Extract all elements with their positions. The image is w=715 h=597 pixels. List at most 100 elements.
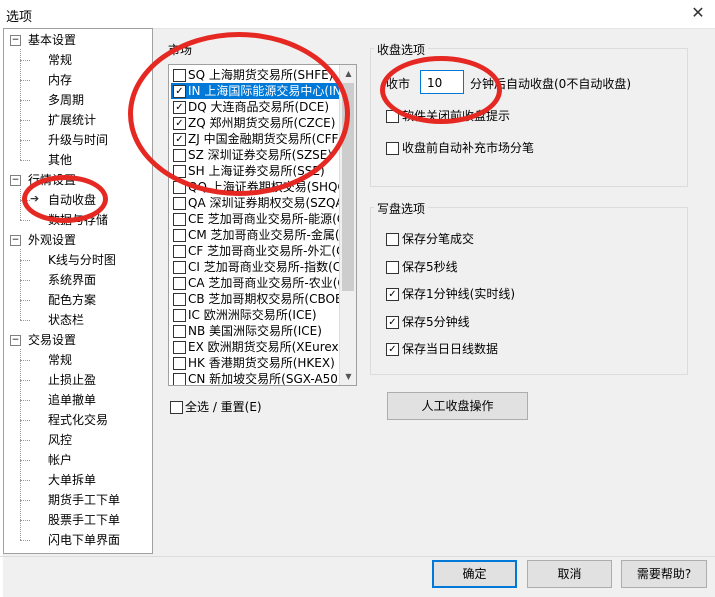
- exchange-item[interactable]: CM 芝加哥商业交易所-金属(COMEX): [171, 227, 339, 243]
- select-all-box[interactable]: [170, 401, 183, 414]
- write-option-box[interactable]: ✓: [386, 316, 399, 329]
- cancel-button[interactable]: 取消: [527, 560, 612, 588]
- exchange-label: CE 芝加哥商业交易所-能源(CME): [188, 212, 339, 226]
- exchange-item[interactable]: EX 欧洲期货交易所(XEurex): [171, 339, 339, 355]
- close-icon[interactable]: ✕: [688, 3, 708, 23]
- tree-item-label: 帐户: [48, 453, 73, 467]
- tree-item[interactable]: 常规: [48, 50, 72, 70]
- exchange-item[interactable]: CN 新加坡交易所(SGX-A50): [171, 371, 339, 386]
- tree-item[interactable]: 其他: [48, 150, 72, 170]
- tree-branch-line: [20, 140, 30, 141]
- tree-collapse-icon[interactable]: −: [10, 35, 21, 46]
- write-option-checkbox[interactable]: 保存分笔成交: [386, 231, 586, 247]
- tree-branch-line: [20, 520, 30, 521]
- tree-item[interactable]: 扩展统计: [48, 110, 96, 130]
- exchange-label: IC 欧洲洲际交易所(ICE): [188, 308, 317, 322]
- tree-item-label: 多周期: [48, 93, 85, 107]
- exchange-checkbox[interactable]: [173, 245, 186, 258]
- annotation-circle-auto-close: [22, 175, 108, 223]
- exchange-item[interactable]: NB 美国洲际交易所(ICE): [171, 323, 339, 339]
- exchange-checkbox[interactable]: [173, 309, 186, 322]
- exchange-checkbox[interactable]: [173, 325, 186, 338]
- exchange-item[interactable]: CF 芝加哥商业交易所-外汇(CME): [171, 243, 339, 259]
- exchange-item[interactable]: CA 芝加哥商业交易所-农业(CBOT): [171, 275, 339, 291]
- tree-item[interactable]: 大单拆单: [48, 470, 96, 490]
- write-option-box[interactable]: [386, 261, 399, 274]
- tree-item-label: 期货手工下单: [48, 493, 121, 507]
- tree-item-label: 常规: [48, 53, 73, 67]
- exchange-checkbox[interactable]: [173, 261, 186, 274]
- write-option-box[interactable]: ✓: [386, 343, 399, 356]
- tree-item[interactable]: 追单撤单: [48, 390, 96, 410]
- tree-item-label: 扩展统计: [48, 113, 97, 127]
- tree-item[interactable]: 升级与时间: [48, 130, 108, 150]
- select-all-checkbox[interactable]: 全选 / 重置(E): [168, 399, 328, 415]
- tree-item-label: 内存: [48, 73, 73, 87]
- exchange-checkbox[interactable]: [173, 229, 186, 242]
- tree-collapse-icon[interactable]: −: [10, 175, 21, 186]
- exchange-item[interactable]: IC 欧洲洲际交易所(ICE): [171, 307, 339, 323]
- exchange-checkbox[interactable]: [173, 341, 186, 354]
- exchange-checkbox[interactable]: [173, 373, 186, 385]
- tree-branch-line: [20, 400, 30, 401]
- exchange-checkbox[interactable]: [173, 357, 186, 370]
- tree-item[interactable]: 常规: [48, 350, 72, 370]
- exchange-checkbox[interactable]: [173, 277, 186, 290]
- tree-item-label: 风控: [48, 433, 73, 447]
- tree-item[interactable]: 配色方案: [48, 290, 96, 310]
- tree-branch-line: [20, 220, 30, 221]
- write-option-checkbox[interactable]: ✓ 保存当日日线数据: [386, 341, 586, 357]
- annotation-circle-close-minutes: [380, 56, 502, 124]
- tree-collapse-icon[interactable]: −: [10, 335, 21, 346]
- tree-item-label: 程式化交易: [48, 413, 109, 427]
- tree-branch-line: [20, 420, 30, 421]
- exchange-item[interactable]: CB 芝加哥期权交易所(CBOE): [171, 291, 339, 307]
- tree-item[interactable]: 期货手工下单: [48, 490, 120, 510]
- write-option-checkbox[interactable]: ✓ 保存1分钟线(实时线): [386, 286, 586, 302]
- close-options-label: 收盘选项: [374, 41, 429, 58]
- exchange-checkbox[interactable]: [173, 213, 186, 226]
- tree-item[interactable]: 风控: [48, 430, 72, 450]
- tree-item[interactable]: 多周期: [48, 90, 84, 110]
- write-option-checkbox[interactable]: 保存5秒线: [386, 259, 586, 275]
- exchange-label: QA 深圳证券期权交易(SZQA): [188, 196, 339, 210]
- fill-minutes-checkbox[interactable]: 收盘前自动补充市场分笔: [386, 140, 586, 156]
- exchange-item[interactable]: HK 香港期货交易所(HKEX): [171, 355, 339, 371]
- tree-item-label: 其他: [48, 153, 73, 167]
- tree-item[interactable]: 系统界面: [48, 270, 96, 290]
- tree-item[interactable]: 股票手工下单: [48, 510, 120, 530]
- exchange-label: NB 美国洲际交易所(ICE): [188, 324, 322, 338]
- write-option-box[interactable]: [386, 233, 399, 246]
- exchange-item[interactable]: CE 芝加哥商业交易所-能源(CME): [171, 211, 339, 227]
- fill-minutes-label: 收盘前自动补充市场分笔: [402, 141, 535, 155]
- scroll-down-icon[interactable]: ▼: [340, 368, 356, 385]
- tree-item[interactable]: 闪电下单界面: [48, 530, 120, 550]
- tree-guide-line: [20, 189, 21, 220]
- tree-item[interactable]: 程式化交易: [48, 410, 108, 430]
- write-option-checkbox[interactable]: ✓ 保存5分钟线: [386, 314, 586, 330]
- tree-item[interactable]: 帐户: [48, 450, 72, 470]
- tree-item[interactable]: 内存: [48, 70, 72, 90]
- exchange-item[interactable]: CI 芝加哥商业交易所-指数(CME): [171, 259, 339, 275]
- write-option-box[interactable]: ✓: [386, 288, 399, 301]
- exchange-checkbox[interactable]: [173, 197, 186, 210]
- fill-minutes-box[interactable]: [386, 142, 399, 155]
- scroll-up-icon[interactable]: ▲: [340, 65, 356, 82]
- exchange-checkbox[interactable]: [173, 293, 186, 306]
- tree-collapse-icon[interactable]: −: [10, 235, 21, 246]
- exchange-label: CN 新加坡交易所(SGX-A50): [188, 372, 339, 386]
- ok-button[interactable]: 确定: [432, 560, 517, 588]
- help-button[interactable]: 需要帮助?: [621, 560, 707, 588]
- tree-item[interactable]: 状态栏: [48, 310, 84, 330]
- tree-guide-line: [20, 249, 21, 320]
- exchange-item[interactable]: QA 深圳证券期权交易(SZQA): [171, 195, 339, 211]
- tree-item[interactable]: K线与分时图: [48, 250, 116, 270]
- tree-item-label: 配色方案: [48, 293, 97, 307]
- tree-branch-line: [20, 300, 30, 301]
- tree-item-label: 追单撤单: [48, 393, 97, 407]
- tree-branch-line: [20, 280, 30, 281]
- tree-item[interactable]: 止损止盈: [48, 370, 96, 390]
- tree-branch-line: [20, 260, 30, 261]
- manual-close-button[interactable]: 人工收盘操作: [387, 392, 528, 420]
- tree-item-label: 止损止盈: [48, 373, 97, 387]
